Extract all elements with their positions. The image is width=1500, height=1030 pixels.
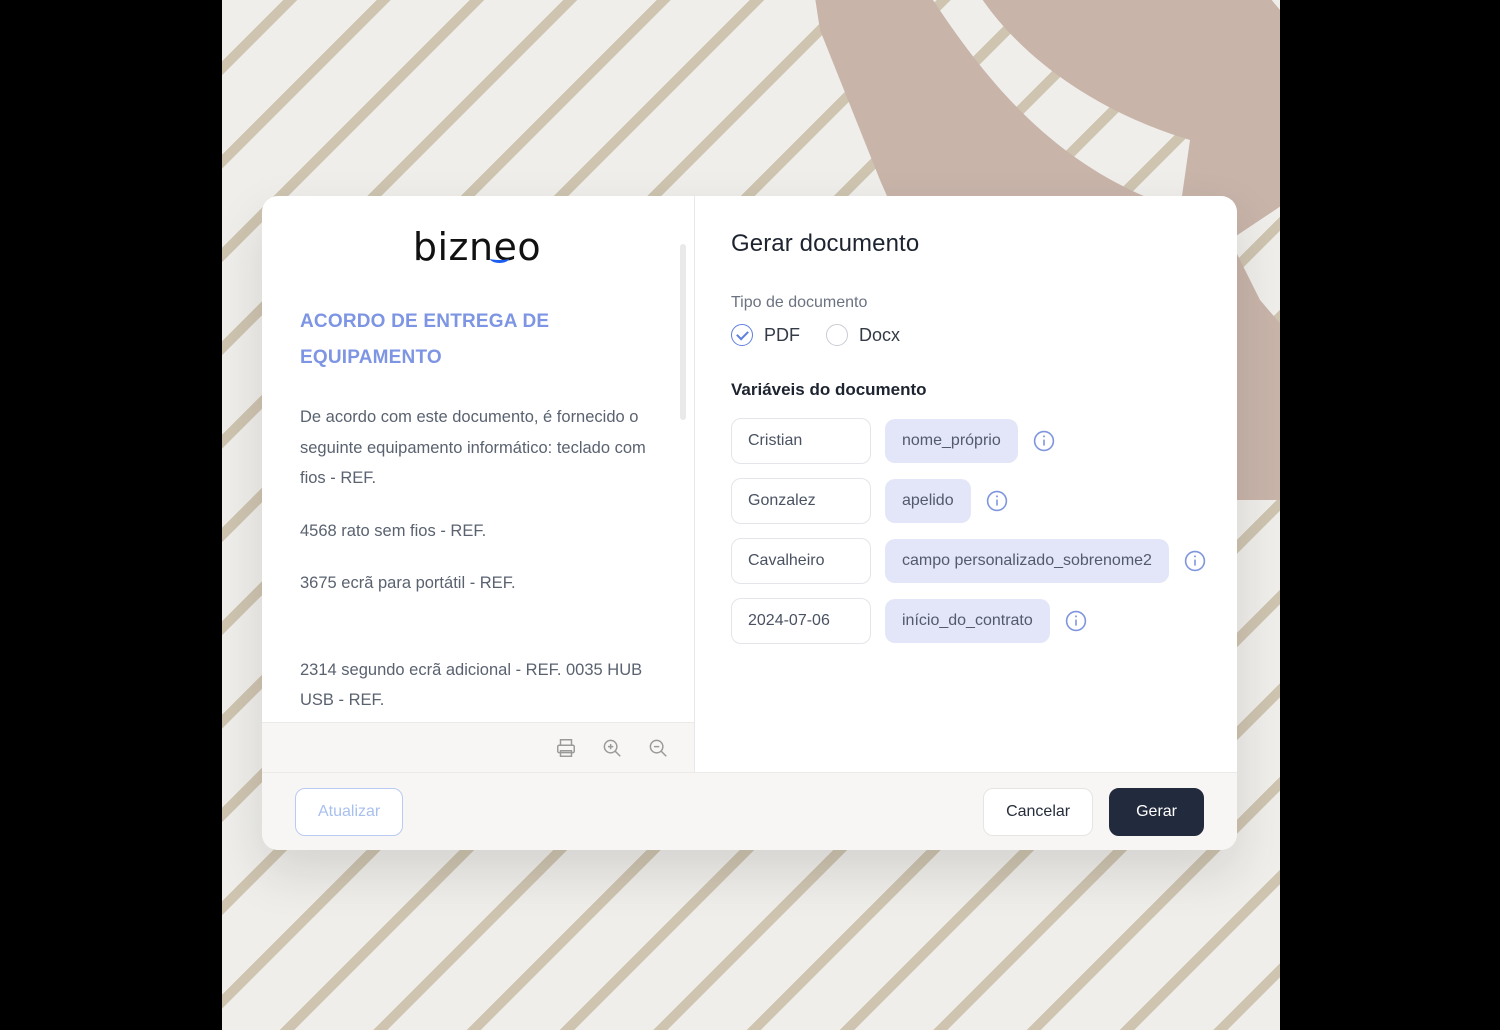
print-icon[interactable] — [552, 734, 580, 762]
variable-value-input[interactable] — [731, 418, 871, 464]
zoom-out-icon[interactable] — [644, 734, 672, 762]
variable-row: nome_próprio — [731, 418, 1201, 464]
preview-toolbar — [262, 722, 694, 772]
generate-button[interactable]: Gerar — [1109, 787, 1204, 836]
radio-label-pdf: PDF — [764, 324, 800, 345]
variables-section-title: Variáveis do documento — [731, 380, 927, 399]
radio-label-docx: Docx — [859, 324, 901, 345]
radio-checked-icon — [731, 324, 753, 346]
form-title: Gerar documento — [731, 230, 920, 257]
document-paragraph: 3675 ecrã para portátil - REF. — [300, 574, 516, 593]
bizneo-logo: bizneo — [300, 228, 654, 266]
logo-smile-icon — [490, 254, 510, 263]
cancel-button[interactable]: Cancelar — [983, 787, 1094, 836]
variable-value-input[interactable] — [731, 538, 871, 584]
variable-tag: campo personalizado_sobrenome2 — [885, 539, 1169, 583]
logo-text: bizneo — [412, 225, 542, 269]
info-icon[interactable] — [985, 489, 1009, 513]
dialog-body: bizneo ACORDO DE ENTREGA DE EQUIPAMENTO … — [262, 196, 1237, 772]
variable-value-input[interactable] — [731, 598, 871, 644]
variable-tag: apelido — [885, 479, 971, 523]
variable-value-input[interactable] — [731, 478, 871, 524]
variable-row: início_do_contrato — [731, 598, 1201, 644]
footer-actions: Cancelar Gerar — [983, 787, 1204, 836]
info-icon[interactable] — [1032, 429, 1056, 453]
document-paragraph: De acordo com este documento, é fornecid… — [300, 408, 646, 488]
variable-row: campo personalizado_sobrenome2 — [731, 538, 1206, 584]
doc-type-label: Tipo de documento — [731, 294, 868, 311]
screen-root: bizneo ACORDO DE ENTREGA DE EQUIPAMENTO … — [0, 0, 1500, 1030]
radio-unchecked-icon — [826, 324, 848, 346]
document-preview-pane: bizneo ACORDO DE ENTREGA DE EQUIPAMENTO … — [262, 196, 695, 772]
dialog-footer: Atualizar Cancelar Gerar — [262, 772, 1237, 850]
info-icon[interactable] — [1183, 549, 1207, 573]
radio-option-docx[interactable]: Docx — [826, 324, 900, 346]
variable-row: apelido — [731, 478, 1201, 524]
document-paragraph: 2314 segundo ecrã adicional - REF. 0035 … — [300, 660, 643, 710]
variable-tag: nome_próprio — [885, 419, 1018, 463]
update-button[interactable]: Atualizar — [295, 787, 404, 836]
generate-form-pane: Gerar documento Tipo de documento PDF Do… — [695, 196, 1237, 772]
document-preview-scroll[interactable]: bizneo ACORDO DE ENTREGA DE EQUIPAMENTO … — [262, 196, 694, 722]
preview-scrollbar-thumb[interactable] — [680, 244, 686, 420]
zoom-in-icon[interactable] — [598, 734, 626, 762]
doc-type-radio-group: PDF Docx — [731, 324, 1201, 346]
generate-document-dialog: bizneo ACORDO DE ENTREGA DE EQUIPAMENTO … — [262, 196, 1237, 850]
radio-option-pdf[interactable]: PDF — [731, 324, 800, 346]
variable-tag: início_do_contrato — [885, 599, 1050, 643]
document-paragraph: 4568 rato sem fios - REF. — [300, 521, 487, 540]
info-icon[interactable] — [1064, 609, 1088, 633]
document-title: ACORDO DE ENTREGA DE EQUIPAMENTO — [300, 311, 550, 369]
